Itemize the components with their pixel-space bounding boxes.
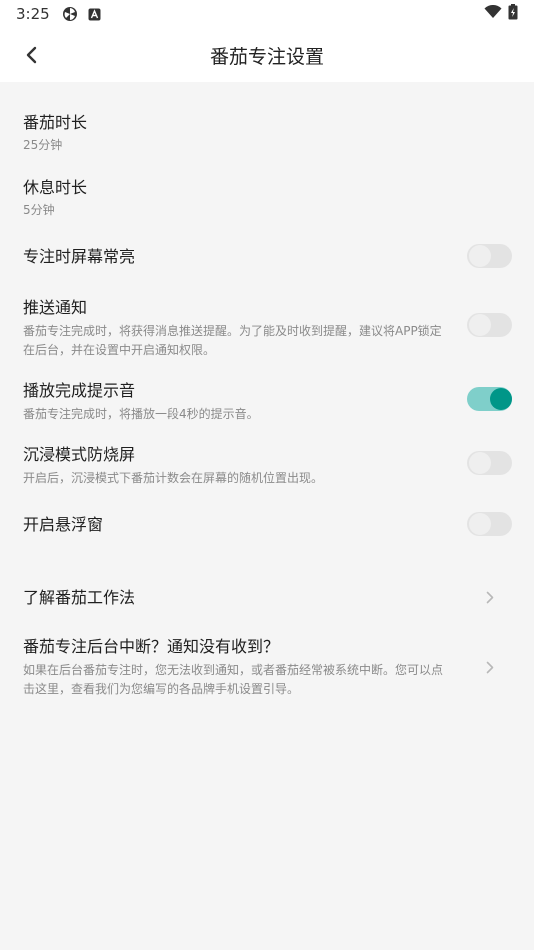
setting-burn-in-protection: 沉浸模式防烧屏 开启后，沉浸模式下番茄计数会在屏幕的随机位置出现。 [0,445,534,488]
completion-sound-toggle[interactable] [467,387,512,411]
setting-label: 番茄时长 [23,113,88,132]
setting-label: 专注时屏幕常亮 [23,247,136,266]
setting-label: 了解番茄工作法 [23,588,136,607]
setting-learn-pomodoro[interactable]: 了解番茄工作法 [0,588,534,608]
setting-description: 番茄专注完成时，将获得消息推送提醒。为了能及时收到提醒，建议将APP锁定在后台，… [23,324,442,357]
battery-icon [508,4,518,24]
chevron-right-icon [484,660,496,674]
floating-window-toggle[interactable] [467,512,512,536]
app-bar: 番茄专注设置 [0,28,534,82]
pinwheel-icon [62,6,78,22]
chevron-right-icon [484,590,496,604]
status-bar: 3:25 [0,0,534,28]
setting-label: 开启悬浮窗 [23,515,104,534]
a-badge-icon [88,8,101,21]
setting-description: 开启后，沉浸模式下番茄计数会在屏幕的随机位置出现。 [23,471,324,485]
setting-label: 番茄专注后台中断？通知没有收到？ [23,637,280,656]
setting-label: 沉浸模式防烧屏 [23,445,136,464]
setting-description: 如果在后台番茄专注时，您无法收到通知，或者番茄经常被系统中断。您可以点击这里，查… [23,663,444,696]
setting-break-duration[interactable]: 休息时长 5分钟 [0,178,534,220]
setting-label: 播放完成提示音 [23,381,136,400]
setting-value: 5分钟 [23,203,55,217]
burn-in-protection-toggle[interactable] [467,451,512,475]
setting-description: 番茄专注完成时，将播放一段4秒的提示音。 [23,407,259,421]
setting-background-guide[interactable]: 番茄专注后台中断？通知没有收到？ 如果在后台番茄专注时，您无法收到通知，或者番茄… [0,637,534,699]
setting-completion-sound: 播放完成提示音 番茄专注完成时，将播放一段4秒的提示音。 [0,381,534,424]
back-arrow-icon[interactable] [16,40,46,70]
setting-label: 推送通知 [23,298,88,317]
wifi-icon [484,4,502,23]
push-notification-toggle[interactable] [467,313,512,337]
keep-screen-on-toggle[interactable] [467,244,512,268]
setting-floating-window: 开启悬浮窗 [0,515,534,535]
setting-value: 25分钟 [23,138,63,152]
page-title: 番茄专注设置 [209,45,324,68]
setting-keep-screen-on: 专注时屏幕常亮 [0,247,534,267]
setting-pomodoro-duration[interactable]: 番茄时长 25分钟 [0,113,534,155]
setting-label: 休息时长 [23,178,88,197]
setting-push-notification: 推送通知 番茄专注完成时，将获得消息推送提醒。为了能及时收到提醒，建议将APP锁… [0,298,534,360]
status-time: 3:25 [16,5,50,23]
